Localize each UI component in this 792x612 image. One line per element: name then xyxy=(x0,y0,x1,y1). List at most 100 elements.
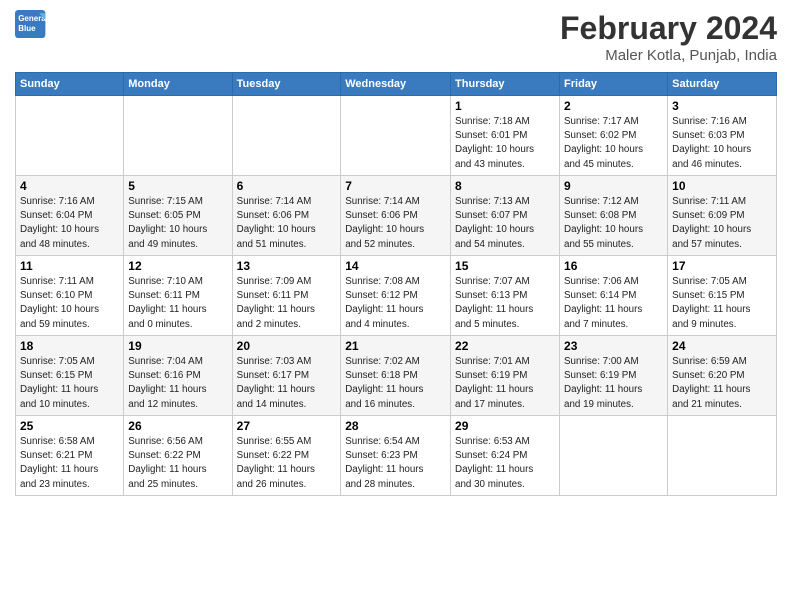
day-number: 11 xyxy=(20,259,119,273)
calendar-day-cell: 2 Sunrise: 7:17 AM Sunset: 6:02 PM Daylig… xyxy=(560,96,668,176)
day-number: 29 xyxy=(455,419,555,433)
day-number: 28 xyxy=(345,419,446,433)
calendar-day-cell: 9Sunrise: 7:12 AM Sunset: 6:08 PM Daylig… xyxy=(560,176,668,256)
day-number: 1 xyxy=(455,99,555,113)
day-info: Sunrise: 7:13 AM Sunset: 6:07 PM Dayligh… xyxy=(455,195,555,252)
calendar-day-cell: 11Sunrise: 7:11 AM Sunset: 6:10 PM Dayli… xyxy=(16,256,124,336)
calendar-day-cell: 29 Sunrise: 6:53 AM Sunset: 6:24 PM Dayli… xyxy=(451,416,560,496)
day-info: Sunrise: 7:05 AM Sunset: 6:15 PM Dayligh… xyxy=(20,355,119,412)
day-number: 7 xyxy=(345,179,446,193)
day-info: Sunrise: 7:04 AM Sunset: 6:16 PM Dayligh… xyxy=(128,355,227,412)
calendar-day-cell: 19 Sunrise: 7:04 AM Sunset: 6:16 PM Dayli… xyxy=(124,336,232,416)
day-number: 27 xyxy=(237,419,337,433)
day-number: 26 xyxy=(128,419,227,433)
calendar-day-cell: 14 Sunrise: 7:08 AM Sunset: 6:12 PM Dayli… xyxy=(341,256,451,336)
calendar-body: 1 Sunrise: 7:18 AM Sunset: 6:01 PM Daylig… xyxy=(16,96,777,496)
day-info: Sunrise: 7:14 AM Sunset: 6:06 PM Dayligh… xyxy=(237,195,337,252)
calendar-day-cell: 20 Sunrise: 7:03 AM Sunset: 6:17 PM Dayli… xyxy=(232,336,341,416)
calendar-day-cell: 4 Sunrise: 7:16 AM Sunset: 6:04 PM Daylig… xyxy=(16,176,124,256)
day-info: Sunrise: 6:54 AM Sunset: 6:23 PM Dayligh… xyxy=(345,435,446,492)
calendar-day-cell: 25 Sunrise: 6:58 AM Sunset: 6:21 PM Dayli… xyxy=(16,416,124,496)
calendar-day-cell: 5 Sunrise: 7:15 AM Sunset: 6:05 PM Daylig… xyxy=(124,176,232,256)
calendar-week-row: 4 Sunrise: 7:16 AM Sunset: 6:04 PM Daylig… xyxy=(16,176,777,256)
day-number: 23 xyxy=(564,339,663,353)
calendar-day-cell: 18Sunrise: 7:05 AM Sunset: 6:15 PM Dayli… xyxy=(16,336,124,416)
calendar-day-cell: 15Sunrise: 7:07 AM Sunset: 6:13 PM Dayli… xyxy=(451,256,560,336)
logo: General Blue General Blue xyxy=(15,10,47,38)
day-info: Sunrise: 6:53 AM Sunset: 6:24 PM Dayligh… xyxy=(455,435,555,492)
calendar-day-cell: 6 Sunrise: 7:14 AM Sunset: 6:06 PM Daylig… xyxy=(232,176,341,256)
day-number: 25 xyxy=(20,419,119,433)
calendar-day-cell: 13Sunrise: 7:09 AM Sunset: 6:11 PM Dayli… xyxy=(232,256,341,336)
day-number: 16 xyxy=(564,259,663,273)
day-number: 14 xyxy=(345,259,446,273)
calendar-day-cell: 16 Sunrise: 7:06 AM Sunset: 6:14 PM Dayli… xyxy=(560,256,668,336)
day-number: 20 xyxy=(237,339,337,353)
calendar-day-cell: 1 Sunrise: 7:18 AM Sunset: 6:01 PM Daylig… xyxy=(451,96,560,176)
calendar-day-cell: 3 Sunrise: 7:16 AM Sunset: 6:03 PM Daylig… xyxy=(668,96,777,176)
weekday-header-wednesday: Wednesday xyxy=(341,73,451,96)
day-info: Sunrise: 7:10 AM Sunset: 6:11 PM Dayligh… xyxy=(128,275,227,332)
day-number: 3 xyxy=(672,99,772,113)
day-info: Sunrise: 6:59 AM Sunset: 6:20 PM Dayligh… xyxy=(672,355,772,412)
weekday-header-monday: Monday xyxy=(124,73,232,96)
day-info: Sunrise: 7:17 AM Sunset: 6:02 PM Dayligh… xyxy=(564,115,663,172)
day-number: 8 xyxy=(455,179,555,193)
day-number: 12 xyxy=(128,259,227,273)
day-info: Sunrise: 7:16 AM Sunset: 6:04 PM Dayligh… xyxy=(20,195,119,252)
day-info: Sunrise: 6:58 AM Sunset: 6:21 PM Dayligh… xyxy=(20,435,119,492)
day-info: Sunrise: 7:15 AM Sunset: 6:05 PM Dayligh… xyxy=(128,195,227,252)
day-number: 6 xyxy=(237,179,337,193)
calendar-day-cell: 8 Sunrise: 7:13 AM Sunset: 6:07 PM Daylig… xyxy=(451,176,560,256)
calendar-table: SundayMondayTuesdayWednesdayThursdayFrid… xyxy=(15,72,777,496)
day-info: Sunrise: 7:16 AM Sunset: 6:03 PM Dayligh… xyxy=(672,115,772,172)
day-info: Sunrise: 6:55 AM Sunset: 6:22 PM Dayligh… xyxy=(237,435,337,492)
day-info: Sunrise: 6:56 AM Sunset: 6:22 PM Dayligh… xyxy=(128,435,227,492)
day-number: 4 xyxy=(20,179,119,193)
calendar-day-cell: 12 Sunrise: 7:10 AM Sunset: 6:11 PM Dayli… xyxy=(124,256,232,336)
title-area: February 2024 Maler Kotla, Punjab, India xyxy=(560,10,777,64)
day-info: Sunrise: 7:06 AM Sunset: 6:14 PM Dayligh… xyxy=(564,275,663,332)
day-info: Sunrise: 7:02 AM Sunset: 6:18 PM Dayligh… xyxy=(345,355,446,412)
calendar-day-cell xyxy=(560,416,668,496)
weekday-header-thursday: Thursday xyxy=(451,73,560,96)
day-info: Sunrise: 7:05 AM Sunset: 6:15 PM Dayligh… xyxy=(672,275,772,332)
day-info: Sunrise: 7:14 AM Sunset: 6:06 PM Dayligh… xyxy=(345,195,446,252)
day-info: Sunrise: 7:03 AM Sunset: 6:17 PM Dayligh… xyxy=(237,355,337,412)
day-number: 21 xyxy=(345,339,446,353)
calendar-week-row: 1 Sunrise: 7:18 AM Sunset: 6:01 PM Daylig… xyxy=(16,96,777,176)
calendar-day-cell: 24 Sunrise: 6:59 AM Sunset: 6:20 PM Dayli… xyxy=(668,336,777,416)
calendar-day-cell: 7 Sunrise: 7:14 AM Sunset: 6:06 PM Daylig… xyxy=(341,176,451,256)
day-number: 19 xyxy=(128,339,227,353)
weekday-header-sunday: Sunday xyxy=(16,73,124,96)
calendar-day-cell xyxy=(232,96,341,176)
day-number: 22 xyxy=(455,339,555,353)
day-info: Sunrise: 7:00 AM Sunset: 6:19 PM Dayligh… xyxy=(564,355,663,412)
day-info: Sunrise: 7:18 AM Sunset: 6:01 PM Dayligh… xyxy=(455,115,555,172)
calendar-day-cell: 26 Sunrise: 6:56 AM Sunset: 6:22 PM Dayli… xyxy=(124,416,232,496)
weekday-header-tuesday: Tuesday xyxy=(232,73,341,96)
day-number: 2 xyxy=(564,99,663,113)
svg-text:Blue: Blue xyxy=(18,24,36,33)
calendar-day-cell: 21 Sunrise: 7:02 AM Sunset: 6:18 PM Dayli… xyxy=(341,336,451,416)
day-number: 5 xyxy=(128,179,227,193)
day-number: 15 xyxy=(455,259,555,273)
weekday-header-friday: Friday xyxy=(560,73,668,96)
calendar-week-row: 11Sunrise: 7:11 AM Sunset: 6:10 PM Dayli… xyxy=(16,256,777,336)
page: General Blue General Blue February 2024 … xyxy=(0,0,792,506)
day-number: 17 xyxy=(672,259,772,273)
weekday-header-row: SundayMondayTuesdayWednesdayThursdayFrid… xyxy=(16,73,777,96)
day-number: 9 xyxy=(564,179,663,193)
main-title: February 2024 xyxy=(560,10,777,47)
calendar-day-cell xyxy=(16,96,124,176)
day-number: 24 xyxy=(672,339,772,353)
day-info: Sunrise: 7:08 AM Sunset: 6:12 PM Dayligh… xyxy=(345,275,446,332)
header: General Blue General Blue February 2024 … xyxy=(15,10,777,64)
day-info: Sunrise: 7:11 AM Sunset: 6:09 PM Dayligh… xyxy=(672,195,772,252)
calendar-day-cell: 23 Sunrise: 7:00 AM Sunset: 6:19 PM Dayli… xyxy=(560,336,668,416)
calendar-day-cell xyxy=(668,416,777,496)
day-number: 13 xyxy=(237,259,337,273)
calendar-week-row: 18Sunrise: 7:05 AM Sunset: 6:15 PM Dayli… xyxy=(16,336,777,416)
day-info: Sunrise: 7:01 AM Sunset: 6:19 PM Dayligh… xyxy=(455,355,555,412)
calendar-day-cell: 28 Sunrise: 6:54 AM Sunset: 6:23 PM Dayli… xyxy=(341,416,451,496)
